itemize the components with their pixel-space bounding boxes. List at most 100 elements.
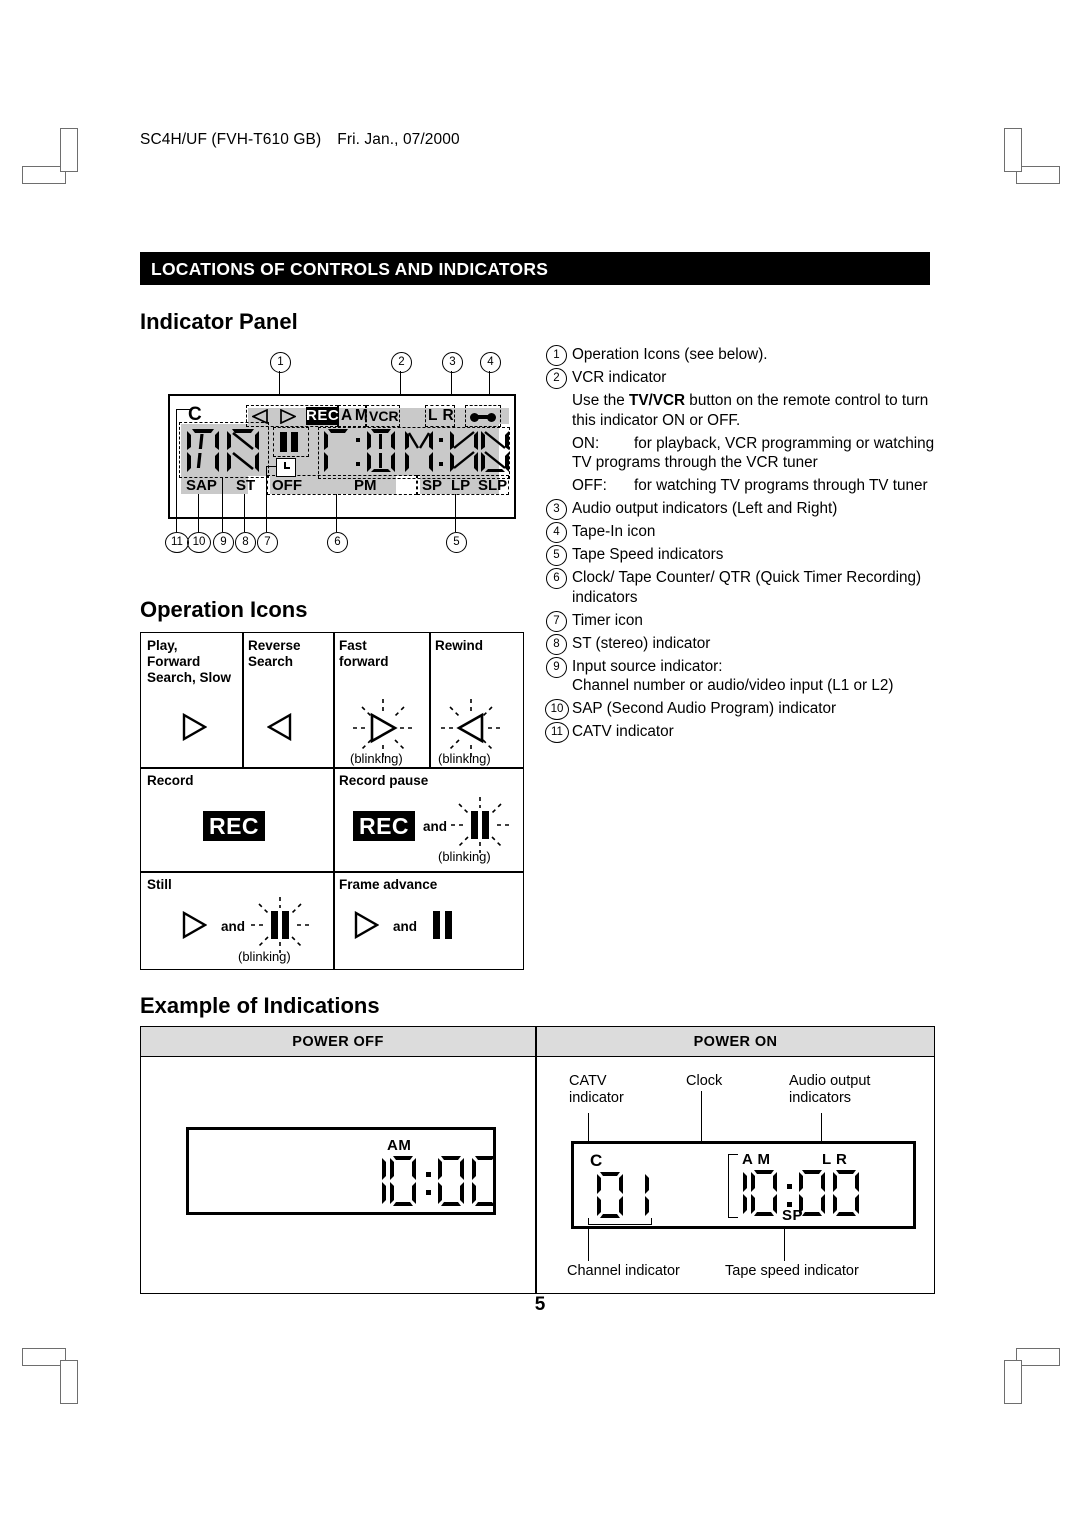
lcd-digit-hour-2 — [366, 428, 396, 479]
annotation-channel: Channel indicator — [567, 1263, 680, 1279]
page-number: 5 — [534, 1294, 546, 1315]
lcd-digit-hour-1 — [323, 428, 353, 479]
table-col-divider-3 — [429, 633, 431, 767]
lcd-dot-upper-1 — [356, 438, 360, 442]
legend-item-8: 8 ST (stereo) indicator — [546, 633, 936, 655]
and-word-record-pause: and — [423, 819, 448, 834]
legend-vcr-off: OFF: for watching TV programs through TV… — [546, 476, 936, 496]
cell-title-rewind: Rewind — [435, 638, 484, 653]
lcd-dot-lower-1 — [356, 462, 360, 466]
indicator-panel-figure: 1 2 3 4 C REC A M VCR L R SAP ST OFF PM … — [160, 352, 530, 564]
callout-11-leader-h — [176, 409, 190, 411]
callout-9: 9 — [213, 532, 234, 553]
header-power-off: POWER OFF — [292, 1034, 384, 1050]
legend-number-10: 10 — [545, 699, 569, 720]
callout-2: 2 — [391, 352, 412, 373]
channel-bracket-left — [588, 1218, 590, 1225]
annotation-tape-speed: Tape speed indicator — [725, 1263, 859, 1279]
legend-vcr-on: ON: for playback, VCR programming or wat… — [546, 434, 936, 473]
legend-vcr-off-key: OFF: — [572, 477, 607, 494]
legend-text-9: Input source indicator: — [572, 657, 723, 675]
callout-3: 3 — [442, 352, 463, 373]
legend-item-5: 5 Tape Speed indicators — [546, 545, 936, 566]
legend-item-2: 2 VCR indicator — [546, 368, 936, 389]
legend-number-4: 4 — [546, 522, 567, 543]
legend-number-11: 11 — [545, 722, 569, 743]
lcd-digit-minute-3 — [480, 428, 510, 479]
legend-text-9-line2: Channel number or audio/video input (L1 … — [572, 677, 894, 694]
crop-mark-bottom-left — [22, 1348, 78, 1404]
power-on-lr-label: L R — [822, 1151, 848, 1168]
callout-3-leader — [451, 371, 453, 395]
channel-bracket — [588, 1224, 652, 1226]
play-triangle-icon-still — [181, 910, 208, 944]
lcd-digit-minute-2 — [449, 428, 479, 479]
play-triangle-icon-cell — [181, 712, 208, 746]
lcd-digit-channel-1 — [186, 428, 220, 479]
legend-text-11: CATV indicator — [572, 723, 674, 740]
legend-item-7: 7 Timer icon — [546, 610, 936, 632]
legend-number-9: 9 — [546, 656, 567, 678]
legend-item-6: 6 Clock/ Tape Counter/ QTR (Quick Timer … — [546, 568, 936, 607]
power-on-display: C A M L R SP — [571, 1141, 916, 1229]
clock-bracket-vertical — [728, 1154, 730, 1218]
play-triangle-icon-frame-advance — [353, 910, 380, 944]
tape-in-icon-right-dot — [487, 413, 496, 422]
legend-text-7: Timer icon — [572, 611, 643, 629]
legend-number-1: 1 — [546, 345, 567, 366]
timer-icon — [276, 458, 296, 477]
label-lr: L R — [428, 407, 455, 424]
legend-item-11: 11 CATV indicator — [545, 722, 936, 743]
crop-mark-top-right — [1004, 128, 1060, 184]
table-row-divider-1 — [141, 767, 523, 769]
label-sap: SAP — [186, 477, 217, 494]
callout-9-leader — [222, 478, 224, 532]
legend-text-8: ST (stereo) indicator — [572, 634, 711, 652]
legend-vcr-usage: Use the TV/VCR button on the remote cont… — [546, 391, 936, 430]
callout-7: 7 — [257, 532, 278, 553]
callout-5: 5 — [446, 532, 467, 553]
lcd-digit-minute-1 — [404, 428, 434, 479]
rec-badge-record-pause: REC — [353, 811, 415, 841]
callout-2-leader — [400, 371, 402, 395]
legend-text-5: Tape Speed indicators — [572, 546, 724, 563]
power-on-am-label: A M — [742, 1151, 771, 1168]
cell-title-record-pause: Record pause — [339, 773, 429, 788]
blinking-note-record-pause: (blinking) — [438, 849, 491, 864]
label-st: ST — [236, 477, 256, 494]
legend-number-5: 5 — [546, 545, 567, 566]
reverse-triangle-icon — [250, 408, 268, 429]
banner-title: LOCATIONS OF CONTROLS AND INDICATORS — [151, 259, 549, 279]
annotation-catv: CATV indicator — [569, 1073, 624, 1106]
annotation-audio-output: Audio output indicators — [789, 1073, 871, 1106]
rec-indicator-badge: REC — [306, 407, 340, 425]
legend-vcr-on-text: for playback, VCR programming or watchin… — [572, 434, 935, 472]
legend-number-6: 6 — [546, 568, 567, 589]
pause-icon-frame-advance — [433, 911, 454, 939]
callout-7-leader — [266, 466, 268, 532]
section-banner: LOCATIONS OF CONTROLS AND INDICATORS — [140, 252, 930, 285]
cell-title-still: Still — [147, 877, 172, 892]
rec-badge-record: REC — [203, 811, 265, 841]
callout-4: 4 — [480, 352, 501, 373]
cell-title-frame-advance: Frame advance — [339, 877, 438, 892]
callout-1-leader — [279, 371, 281, 395]
power-on-catv-label: C — [590, 1151, 603, 1170]
annotation-speed-leader — [784, 1229, 786, 1261]
callout-11-leader — [176, 409, 178, 532]
heading-indicator-panel: Indicator Panel — [140, 309, 298, 334]
power-off-time-digits — [382, 1156, 495, 1206]
crop-mark-bottom-right — [1004, 1348, 1060, 1404]
channel-bracket-right — [651, 1218, 653, 1225]
blinking-note-fast-forward: (blinking) — [350, 751, 403, 766]
legend-number-8: 8 — [546, 633, 567, 655]
callout-8: 8 — [235, 532, 256, 553]
label-catv-c: C — [188, 404, 202, 425]
callout-10: 10 — [187, 532, 211, 553]
callout-5-leader — [455, 494, 457, 532]
label-sp: SP — [422, 477, 443, 494]
cell-title-play: Play, Forward Search, Slow — [147, 638, 232, 685]
label-am: A M — [341, 407, 368, 424]
legend-vcr-usage-pre: Use the — [572, 392, 629, 409]
pause-icon — [280, 432, 299, 452]
